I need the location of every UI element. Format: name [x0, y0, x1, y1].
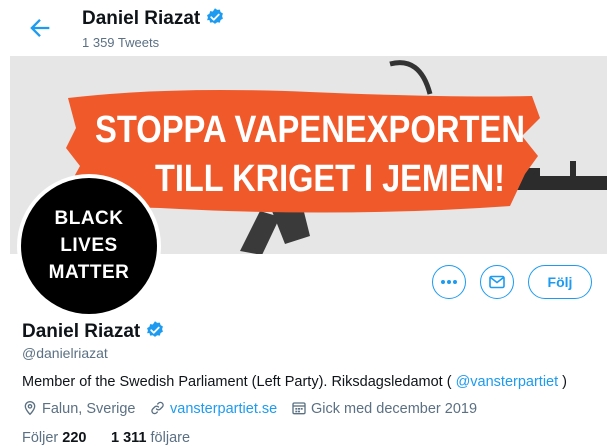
verified-badge-icon: [207, 8, 224, 24]
website-link[interactable]: vansterpartiet.se: [170, 401, 277, 417]
location-pin-icon: [24, 400, 36, 416]
location-text: Falun, Sverige: [42, 401, 136, 417]
followers-count-link[interactable]: 1 311 följare: [111, 430, 190, 446]
bio-end: ): [558, 374, 568, 390]
calendar-icon: [292, 402, 306, 415]
join-date-text: Gick med december 2019: [311, 401, 478, 417]
following-label: Följer: [22, 430, 59, 446]
bio-mention-link[interactable]: @vansterpartiet: [456, 374, 559, 390]
follow-button[interactable]: Följ: [528, 265, 592, 299]
link-icon: [151, 401, 164, 415]
following-count: 220: [62, 430, 87, 446]
more-button[interactable]: [432, 265, 466, 299]
avatar[interactable]: BLACK LIVES MATTER: [21, 178, 157, 314]
banner-line-1: STOPPA VAPENEXPORTEN: [95, 109, 525, 151]
profile-name: Daniel Riazat: [22, 320, 165, 343]
back-arrow-icon[interactable]: [26, 14, 54, 42]
more-icon: [441, 280, 457, 284]
join-date: Gick med december 2019: [291, 400, 477, 417]
bio-text: Member of the Swedish Parliament (Left P…: [22, 374, 456, 390]
avatar-text-line-3: MATTER: [48, 262, 130, 283]
profile-handle: @danielriazat: [22, 345, 108, 361]
header-name-text: Daniel Riazat: [82, 8, 201, 29]
avatar-text-line-2: LIVES: [60, 235, 118, 256]
followers-count: 1 311: [111, 430, 147, 446]
header-name: Daniel Riazat: [82, 7, 225, 30]
avatar-text-line-1: BLACK: [54, 208, 124, 229]
message-button[interactable]: [480, 265, 514, 299]
followers-label: följare: [150, 430, 191, 446]
website: vansterpartiet.se: [149, 400, 277, 417]
verified-badge-icon: [147, 321, 164, 337]
following-count-link[interactable]: Följer 220: [22, 430, 87, 446]
banner-line-2: TILL KRIGET I JEMEN!: [155, 158, 505, 200]
profile-top-bar: Daniel Riazat 1 359 Tweets: [0, 0, 607, 56]
location: Falun, Sverige: [22, 400, 136, 417]
profile-name-text: Daniel Riazat: [22, 321, 141, 342]
envelope-icon: [489, 275, 505, 289]
profile-bio: Member of the Swedish Parliament (Left P…: [22, 374, 567, 390]
tweet-count: 1 359 Tweets: [82, 35, 160, 50]
